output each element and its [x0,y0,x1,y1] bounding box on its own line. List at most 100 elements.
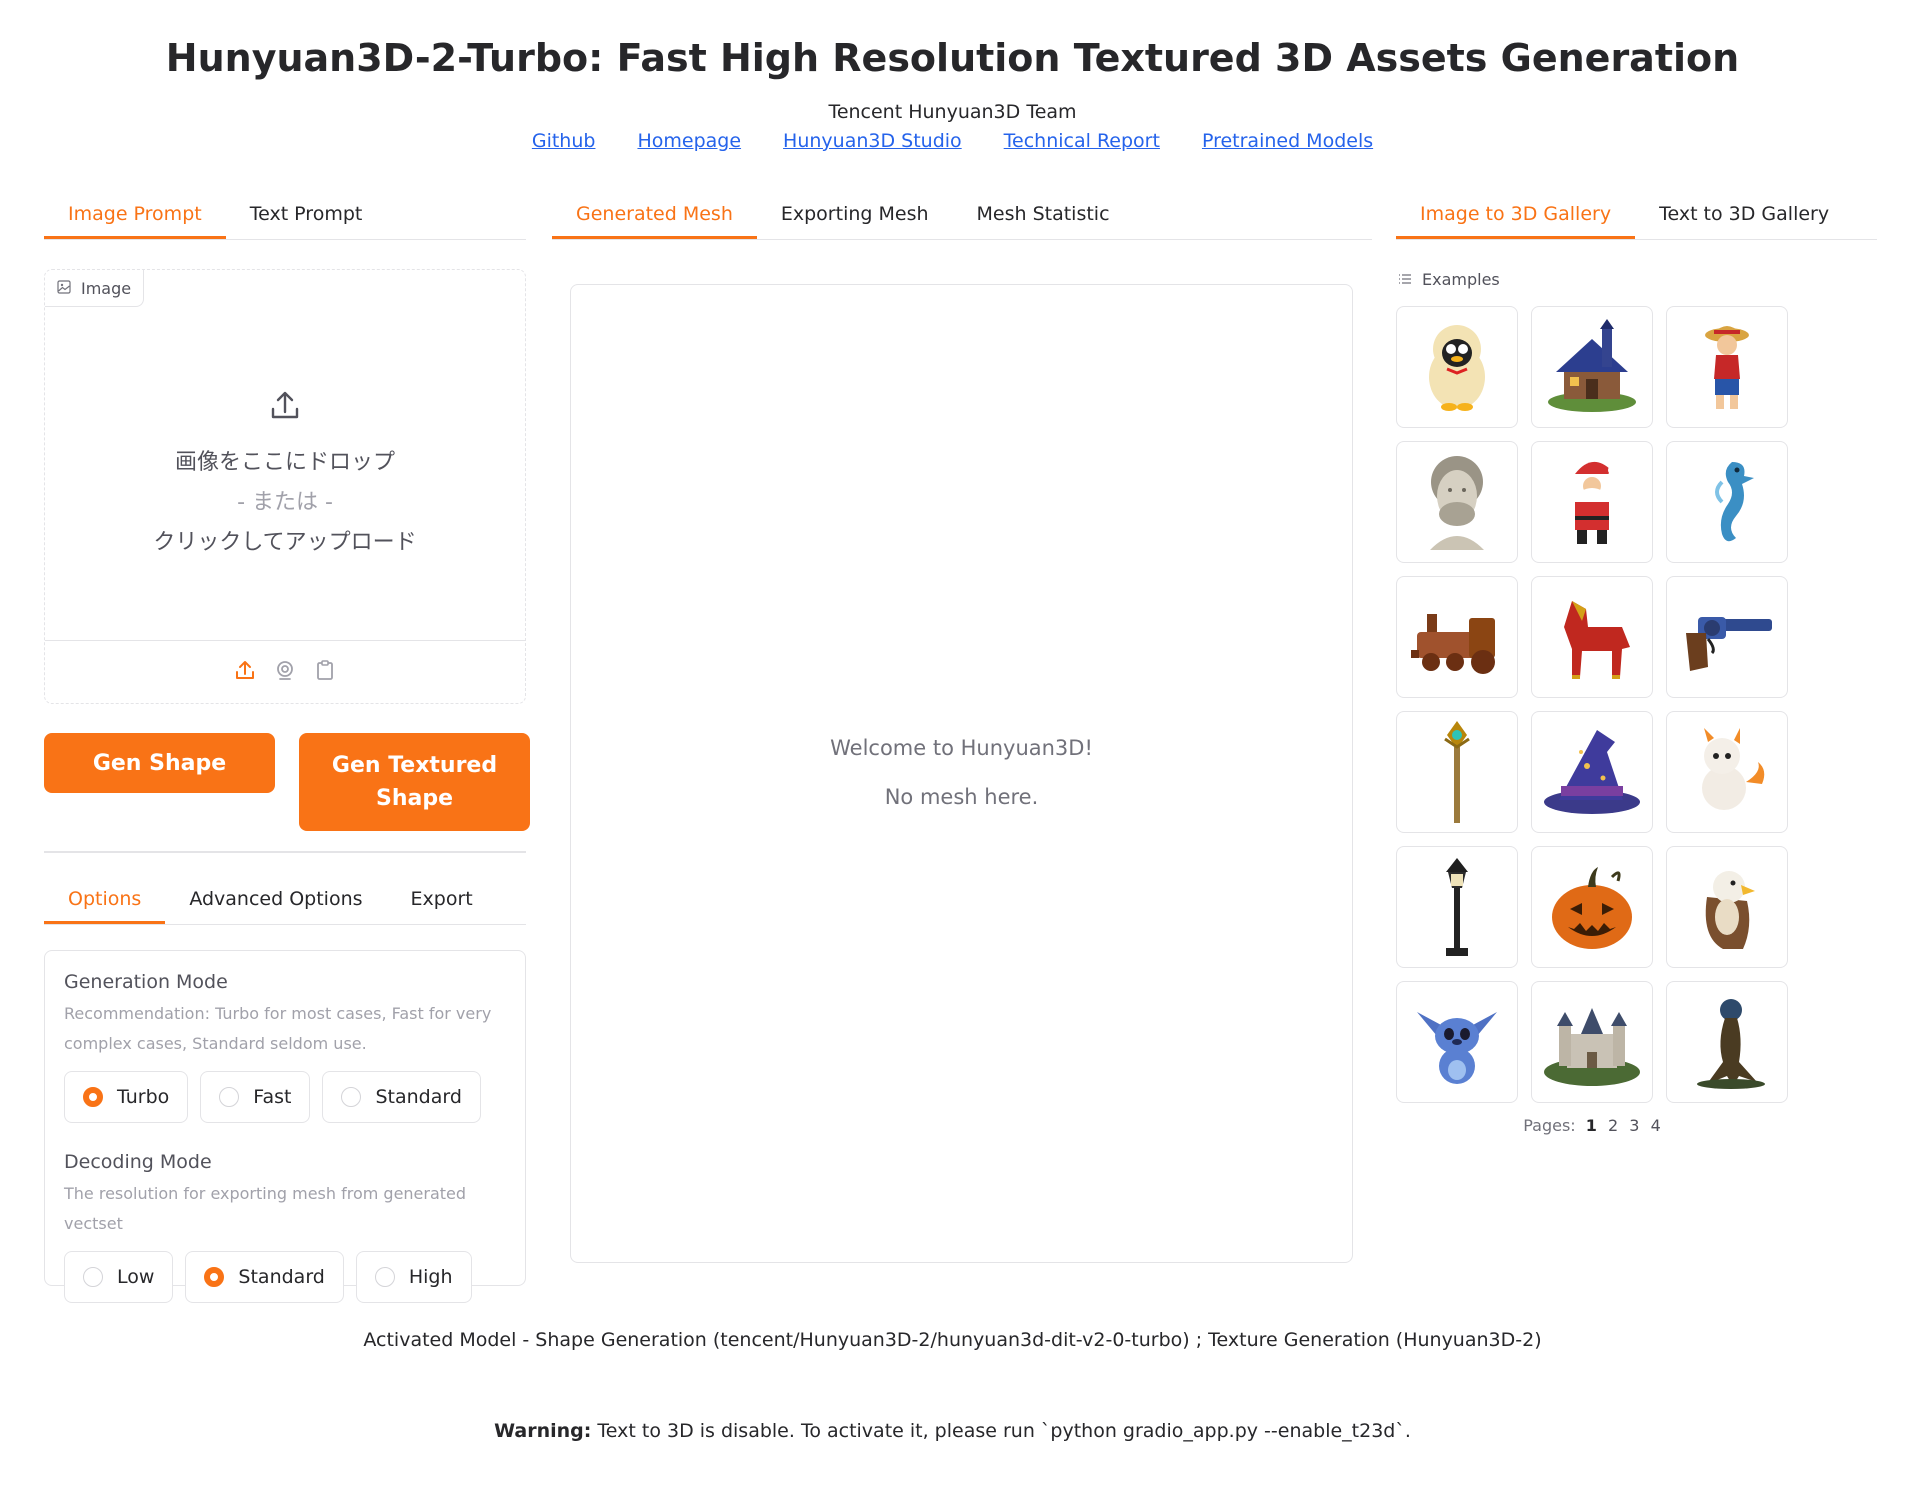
upload-icon [45,388,525,428]
examples-grid [1396,306,1788,1103]
gen-textured-label-line2: Shape [375,786,454,811]
options-panel: Generation Mode Recommendation: Turbo fo… [44,950,526,1303]
radio-dot-selected [83,1087,103,1107]
mesh-viewer: Welcome to Hunyuan3D! No mesh here. [570,284,1353,1263]
radio-decoding-standard[interactable]: Standard [185,1251,344,1303]
tab-text-to-3d-gallery[interactable]: Text to 3D Gallery [1635,203,1853,239]
header-links: Github Homepage Hunyuan3D Studio Technic… [0,130,1905,152]
tab-text-prompt[interactable]: Text Prompt [226,203,387,239]
tab-generated-mesh[interactable]: Generated Mesh [552,203,757,239]
example-santa-claus[interactable] [1531,441,1653,563]
webcam-source-icon[interactable] [274,659,296,685]
radio-dot-selected [204,1267,225,1287]
example-penguin-mascot[interactable] [1396,306,1518,428]
example-blue-house[interactable] [1531,306,1653,428]
link-homepage[interactable]: Homepage [637,130,741,152]
tab-export[interactable]: Export [387,888,497,924]
page-2[interactable]: 2 [1608,1116,1618,1135]
warning-label: Warning: [494,1420,592,1442]
radio-fast[interactable]: Fast [200,1071,311,1123]
tab-image-prompt[interactable]: Image Prompt [44,203,226,239]
prompt-tabs: Image Prompt Text Prompt [44,189,526,240]
image-upload-area[interactable]: Image 画像をここにドロップ - または - クリックしてアップロード [44,269,526,704]
clipboard-source-icon[interactable] [314,659,336,685]
team-name: Tencent Hunyuan3D Team [828,101,1077,123]
example-eagle[interactable] [1666,846,1788,968]
radio-low-label: Low [117,1266,155,1288]
image-label-text: Image [81,278,132,298]
link-pretrained-models[interactable]: Pretrained Models [1202,130,1373,152]
gen-textured-shape-button[interactable]: Gen Textured Shape [299,733,530,831]
radio-turbo[interactable]: Turbo [64,1071,189,1123]
radio-fast-label: Fast [253,1086,292,1108]
radio-dot [83,1267,103,1287]
example-pirate-boy[interactable] [1666,306,1788,428]
generation-mode-info-line2: complex cases, Standard seldom use. [64,1034,367,1053]
upload-source-icon[interactable] [234,659,256,685]
decoding-mode-label: Decoding Mode [64,1151,212,1173]
no-mesh-message: No mesh here. [884,785,1039,809]
link-github[interactable]: Github [532,130,596,152]
example-stitch[interactable] [1396,981,1518,1103]
example-toy-train[interactable] [1396,576,1518,698]
warning-text: Text to 3D is disable. To activate it, p… [591,1420,1411,1442]
examples-label: Examples [1422,270,1500,289]
mesh-tabs: Generated Mesh Exporting Mesh Mesh Stati… [552,189,1372,240]
radio-standard-label: Standard [375,1086,462,1108]
image-icon [57,279,71,298]
radio-high-label: High [408,1266,453,1288]
section-divider [44,851,526,853]
generation-mode-info-line1: Recommendation: Turbo for most cases, Fa… [64,1004,492,1023]
example-baby-dragon[interactable] [1666,711,1788,833]
example-seahorse[interactable] [1666,441,1788,563]
radio-standard[interactable]: Standard [322,1071,481,1123]
example-street-lamp[interactable] [1396,846,1518,968]
radio-dot [341,1087,362,1107]
radio-decoding-standard-label: Standard [238,1266,325,1288]
welcome-message: Welcome to Hunyuan3D! [830,736,1093,760]
warning-message: Warning: Text to 3D is disable. To activ… [0,1420,1905,1442]
example-tree-orb[interactable] [1666,981,1788,1103]
click-upload-text: クリックしてアップロード [153,530,417,555]
tab-options[interactable]: Options [44,888,166,924]
radio-dot [219,1087,240,1107]
radio-turbo-label: Turbo [117,1086,170,1108]
decoding-mode-radio-group: Low Standard High [64,1251,506,1303]
gen-shape-button[interactable]: Gen Shape [44,733,275,793]
example-red-horse[interactable] [1531,576,1653,698]
drop-or-text: - または - [237,490,333,515]
drop-text: 画像をここにドロップ [174,450,395,475]
example-revolver[interactable] [1666,576,1788,698]
link-studio[interactable]: Hunyuan3D Studio [783,130,962,152]
page-title: Hunyuan3D-2-Turbo: Fast High Resolution … [165,36,1740,80]
example-magic-staff[interactable] [1396,711,1518,833]
radio-low[interactable]: Low [64,1251,174,1303]
example-marble-bust[interactable] [1396,441,1518,563]
page-4[interactable]: 4 [1651,1116,1661,1135]
gen-textured-label-line1: Gen Textured [331,753,498,778]
generation-mode-label: Generation Mode [64,971,228,993]
page-1[interactable]: 1 [1586,1116,1597,1135]
options-tabs: Options Advanced Options Export [44,874,526,925]
generation-mode-radio-group: Turbo Fast Standard [64,1071,506,1123]
tab-image-to-3d-gallery[interactable]: Image to 3D Gallery [1396,203,1636,239]
tab-exporting-mesh[interactable]: Exporting Mesh [757,203,953,239]
image-label-tag: Image [45,270,145,307]
example-castle[interactable] [1531,981,1653,1103]
tab-advanced-options[interactable]: Advanced Options [165,888,386,924]
radio-high[interactable]: High [355,1251,472,1303]
tab-mesh-statistic[interactable]: Mesh Statistic [953,203,1134,239]
radio-dot [374,1267,395,1287]
link-technical-report[interactable]: Technical Report [1004,130,1160,152]
page-3[interactable]: 3 [1629,1116,1639,1135]
examples-header: Examples [1398,270,1500,289]
activated-model-text: Activated Model - Shape Generation (tenc… [363,1329,1542,1351]
example-jack-o-lantern[interactable] [1531,846,1653,968]
decoding-mode-info: The resolution for exporting mesh from g… [64,1184,467,1233]
drop-zone[interactable]: 画像をここにドロップ - または - クリックしてアップロード [45,388,525,556]
pages-label: Pages: [1523,1116,1576,1135]
example-wizard-hat[interactable] [1531,711,1653,833]
gallery-pagination: Pages: 1 2 3 4 [1396,1116,1788,1135]
source-selector [45,640,525,703]
list-icon [1398,270,1412,289]
